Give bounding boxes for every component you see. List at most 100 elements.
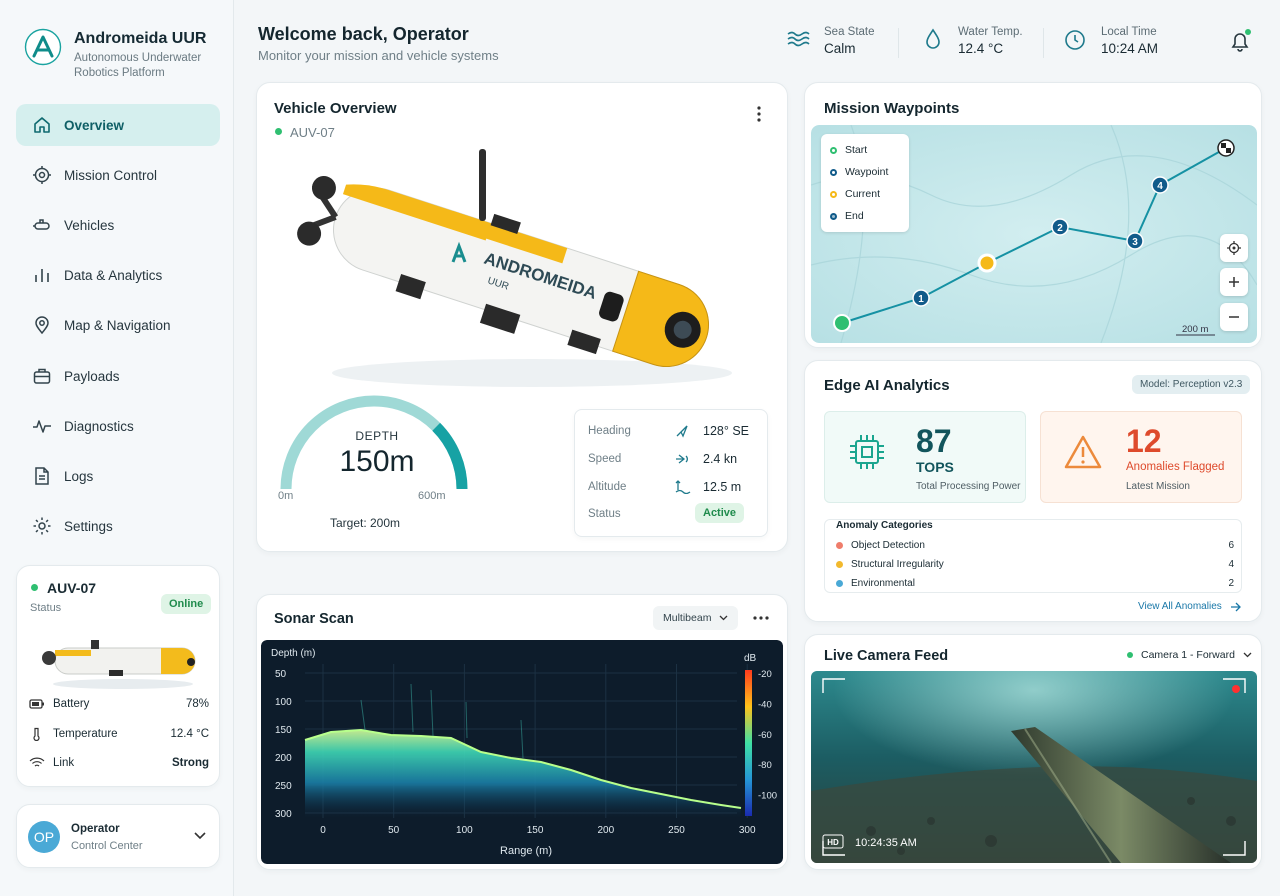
altitude-label: Altitude <box>588 481 627 493</box>
map-pin-icon <box>35 316 49 335</box>
temperature-value: 12.4 °C <box>170 728 209 740</box>
nav-mission-control[interactable]: Mission Control <box>16 154 220 196</box>
nav-label: Mission Control <box>64 167 158 183</box>
nav-label: Data & Analytics <box>64 267 163 283</box>
battery-row: Battery 78% <box>29 698 209 710</box>
camera-source-select[interactable]: Camera 1 - Forward <box>1127 649 1252 661</box>
sonar-ylabel: Depth (m) <box>271 648 315 659</box>
waves-icon <box>787 31 810 47</box>
nav-payloads[interactable]: Payloads <box>16 355 220 397</box>
vehicle-overview-card: Vehicle Overview AUV-07 ANDROMEIDA UUR D… <box>256 82 788 552</box>
gauge-min: 0m <box>278 490 294 502</box>
nav-data-analytics[interactable]: Data & Analytics <box>16 254 220 296</box>
water-temp-value: 12.4 °C <box>958 41 1004 56</box>
sonar-xtick: 150 <box>527 825 544 836</box>
target-icon <box>33 166 51 184</box>
home-icon <box>34 117 50 133</box>
altitude-icon <box>675 480 691 494</box>
user-card[interactable]: OP Operator Control Center <box>16 804 220 868</box>
speed-icon <box>676 454 688 464</box>
zoom-out-button[interactable] <box>1220 303 1248 331</box>
depth-value: 150m <box>339 445 415 478</box>
page-title: Welcome back, Operator <box>258 24 469 44</box>
water-temp-stat: Water Temp. 12.4 °C <box>922 26 1023 56</box>
submarine-icon <box>33 219 50 230</box>
auv-illustration: ANDROMEIDA UUR <box>297 149 732 387</box>
legend-waypoint: Waypoint <box>830 166 888 178</box>
waypoint-marker-3[interactable]: 3 <box>1132 237 1138 248</box>
sonar-ytick: 100 <box>275 697 292 708</box>
status-label: Status <box>588 508 621 520</box>
gear-icon <box>33 517 51 535</box>
hd-badge: HD <box>827 838 839 847</box>
nav-map-navigation[interactable]: Map & Navigation <box>16 304 220 346</box>
pulse-icon <box>33 420 51 433</box>
local-time-label: Local Time <box>1101 26 1157 38</box>
camera-feed-view[interactable]: HD 10:24:35 AM <box>811 671 1257 863</box>
speed-value: 2.4 kn <box>703 452 738 466</box>
legend-current: Current <box>830 188 880 200</box>
local-time-stat: Local Time 10:24 AM <box>1063 26 1158 56</box>
vehicle-thumbnail <box>42 640 196 689</box>
link-value: Strong <box>171 757 209 769</box>
waypoint-marker-2[interactable]: 2 <box>1057 223 1063 234</box>
sonar-xtick: 50 <box>388 825 400 836</box>
brand-logo <box>24 28 62 66</box>
nav-vehicles[interactable]: Vehicles <box>16 204 220 246</box>
bell-icon[interactable] <box>1226 28 1254 56</box>
locate-button[interactable] <box>1220 234 1248 262</box>
nav-label: Map & Navigation <box>64 317 171 333</box>
category-object-detection: Object Detection 6 <box>836 540 1234 551</box>
db-tick: -20 <box>758 669 772 680</box>
chevron-down-icon <box>1243 652 1252 658</box>
tops-panel: 87 TOPS Total Processing Power <box>824 411 1026 503</box>
category-name: Structural Irregularity <box>851 559 944 570</box>
link-label: Link <box>53 757 75 769</box>
online-dot <box>31 584 38 591</box>
telemetry-panel: Heading 128° SE Speed 2.4 kn Altitude 12… <box>574 409 768 537</box>
sea-state-value: Calm <box>824 41 856 56</box>
sonar-xtick: 100 <box>456 825 473 836</box>
category-environmental: Environmental 2 <box>836 578 1234 589</box>
sea-state-label: Sea State <box>824 26 875 38</box>
tops-unit: TOPS <box>916 459 954 475</box>
chevron-down-icon <box>719 615 728 621</box>
status-badge: Online <box>161 594 212 614</box>
anomaly-categories: Anomaly Categories Object Detection 6 Str… <box>824 519 1242 593</box>
legend-start: Start <box>830 144 867 156</box>
droplet-icon <box>926 28 940 49</box>
sonar-mode-select[interactable]: Multibeam <box>653 606 739 630</box>
nav-logs[interactable]: Logs <box>16 455 220 497</box>
nav-label: Logs <box>64 468 94 484</box>
legend-label: Waypoint <box>845 166 889 178</box>
more-horizontal-icon[interactable] <box>753 616 769 620</box>
nav-diagnostics[interactable]: Diagnostics <box>16 405 220 447</box>
anomalies-unit: Anomalies Flagged <box>1126 461 1225 473</box>
nav-overview[interactable]: Overview <box>16 104 220 146</box>
nav-settings[interactable]: Settings <box>16 505 220 547</box>
status-badge: Active <box>695 503 745 523</box>
battery-label: Battery <box>53 698 90 710</box>
user-role: Control Center <box>71 840 143 852</box>
sonar-xlabel: Range (m) <box>500 845 552 857</box>
online-dot <box>275 128 282 135</box>
category-structural: Structural Irregularity 4 <box>836 559 1234 570</box>
speed-label: Speed <box>588 453 622 465</box>
altitude-value: 12.5 m <box>703 480 742 494</box>
zoom-in-button[interactable] <box>1220 268 1248 296</box>
card-title: Vehicle Overview <box>274 100 397 117</box>
crosshair-icon <box>1227 241 1241 255</box>
waypoint-marker-4[interactable]: 4 <box>1157 181 1163 192</box>
waypoint-marker-1[interactable]: 1 <box>918 294 924 305</box>
sonar-ytick: 250 <box>275 781 292 792</box>
view-all-anomalies-link[interactable]: View All Anomalies <box>1138 601 1242 612</box>
chevron-down-icon[interactable] <box>193 831 207 841</box>
scale-label: 200 m <box>1182 324 1208 335</box>
more-vertical-icon[interactable] <box>755 105 763 123</box>
db-tick: -80 <box>758 760 772 771</box>
sonar-chart[interactable]: Depth (m) 50 100 150 200 250 300 0 50 100 150 200… <box>261 640 783 864</box>
card-title: Edge AI Analytics <box>824 377 950 394</box>
categories-title: Anomaly Categories <box>836 520 933 531</box>
page-subtitle: Monitor your mission and vehicle systems <box>258 48 499 63</box>
vehicle-status-card[interactable]: AUV-07 Status Online Battery 78% Tempera… <box>16 565 220 787</box>
